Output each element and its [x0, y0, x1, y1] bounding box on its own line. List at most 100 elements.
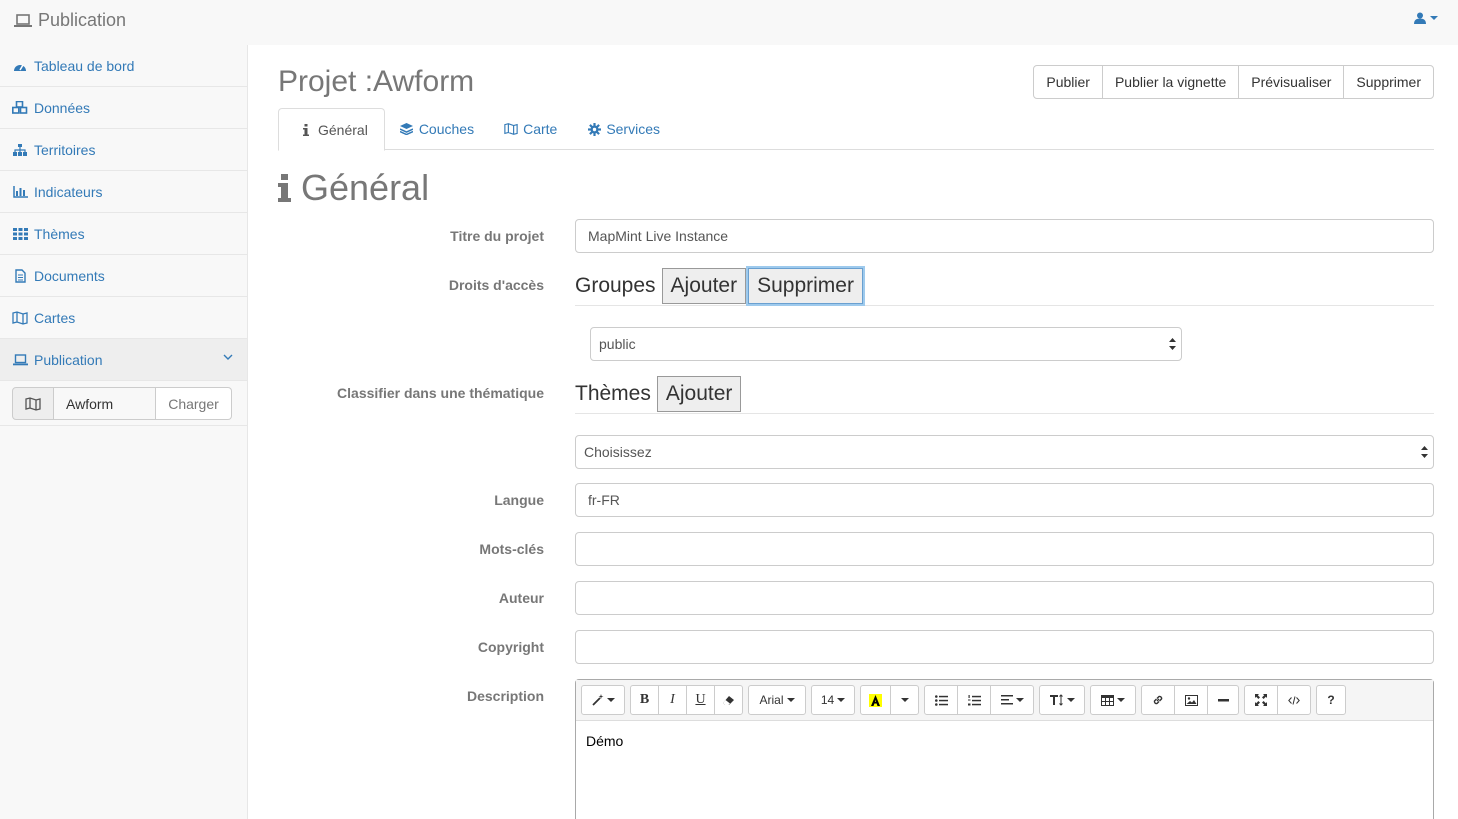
help-button[interactable]: ?	[1316, 685, 1346, 715]
gear-icon	[587, 122, 601, 136]
brand-label: Publication	[38, 10, 127, 30]
ordered-list-button[interactable]	[957, 685, 991, 715]
tab-carte[interactable]: Carte	[489, 108, 572, 150]
caret-icon	[606, 698, 615, 702]
underline-icon: U	[695, 692, 706, 707]
sidebar-item-tableau-de-bord[interactable]: Tableau de bord	[0, 45, 247, 87]
laptop-icon	[14, 13, 32, 27]
themes-add-button[interactable]: Ajouter	[656, 376, 742, 412]
sidebar-item-label: Tableau de bord	[34, 57, 135, 74]
horizontal-rule-button[interactable]	[1207, 685, 1239, 715]
project-loader-group: Awform Charger	[12, 387, 232, 420]
groupes-select[interactable]: public	[590, 327, 1182, 361]
tab-label: Couches	[418, 121, 475, 137]
select-arrows-icon	[1421, 446, 1428, 458]
sidebar: Tableau de bord Données Territoires Indi…	[0, 45, 248, 819]
fullscreen-button[interactable]	[1244, 685, 1278, 715]
text-height-icon	[1049, 694, 1063, 706]
mots-input[interactable]	[575, 532, 1434, 566]
delete-button[interactable]: Supprimer	[1343, 65, 1434, 99]
action-buttons: Publier Publier la vignette Prévisualise…	[1033, 65, 1434, 99]
sidebar-item-label: Thèmes	[34, 225, 85, 242]
langue-label: Langue	[494, 492, 544, 508]
caret-icon	[1066, 698, 1075, 702]
table-button[interactable]	[1090, 685, 1136, 715]
preview-button[interactable]: Prévisualiser	[1238, 65, 1345, 99]
style-button[interactable]	[581, 685, 625, 715]
link-button[interactable]	[1141, 685, 1175, 715]
sidebar-item-label: Indicateurs	[34, 183, 103, 200]
paragraph-button[interactable]	[990, 685, 1034, 715]
copyright-input[interactable]	[575, 630, 1434, 664]
sidebar-item-indicateurs[interactable]: Indicateurs	[0, 171, 247, 213]
tab-services[interactable]: Services	[572, 108, 675, 150]
image-button[interactable]	[1174, 685, 1208, 715]
editor-toolbar: B I U Arial 14 ?	[576, 680, 1433, 721]
editor-content[interactable]: Démo	[576, 721, 1433, 761]
bold-icon: B	[639, 692, 650, 707]
themes-select[interactable]: Choisissez	[575, 435, 1434, 469]
color-button[interactable]	[860, 685, 891, 715]
list-ol-icon	[967, 694, 981, 705]
code-view-button[interactable]	[1277, 685, 1311, 715]
publish-thumbnail-button[interactable]: Publier la vignette	[1101, 65, 1240, 99]
sidebar-item-cartes[interactable]: Cartes	[0, 297, 247, 339]
table-icon	[1101, 694, 1114, 706]
themes-text: Thèmes	[575, 382, 651, 405]
fullscreen-icon	[1255, 694, 1267, 706]
copyright-label: Copyright	[477, 639, 544, 655]
sidebar-item-label: Cartes	[34, 309, 76, 326]
laptop-icon	[12, 353, 28, 367]
text-color-icon	[869, 693, 882, 707]
sidebar-item-themes[interactable]: Thèmes	[0, 213, 247, 255]
description-editor: B I U Arial 14 ? Démo	[575, 679, 1434, 819]
section-title-text: Général	[301, 167, 430, 208]
tab-couches[interactable]: Couches	[385, 108, 489, 150]
bold-button[interactable]: B	[630, 685, 659, 715]
sidebar-item-publication[interactable]: Publication	[0, 339, 247, 381]
chevron-down-icon	[1430, 16, 1438, 20]
load-button[interactable]: Charger	[156, 387, 232, 420]
sidebar-item-label: Données	[34, 99, 91, 116]
groupes-remove-button[interactable]: Supprimer	[748, 268, 863, 304]
info-icon	[299, 123, 313, 137]
sidebar-item-territoires[interactable]: Territoires	[0, 129, 247, 171]
tab-label: Général	[318, 121, 368, 138]
font-family-value: Arial	[759, 693, 784, 707]
sidebar-item-label: Territoires	[34, 141, 96, 158]
sidebar-item-donnees[interactable]: Données	[0, 87, 247, 129]
font-family-button[interactable]: Arial	[748, 685, 806, 715]
auteur-input[interactable]	[575, 581, 1434, 615]
tab-label: Carte	[523, 121, 558, 137]
sidebar-item-documents[interactable]: Documents	[0, 255, 247, 297]
classifier-label: Classifier dans une thématique	[337, 385, 544, 401]
color-dropdown-button[interactable]	[890, 685, 919, 715]
line-height-button[interactable]	[1039, 685, 1085, 715]
unordered-list-button[interactable]	[924, 685, 958, 715]
publish-button[interactable]: Publier	[1033, 65, 1103, 99]
italic-button[interactable]: I	[658, 685, 687, 715]
mots-label: Mots-clés	[479, 541, 544, 557]
langue-input[interactable]: fr-FR	[575, 483, 1434, 517]
map-icon	[504, 122, 518, 136]
tabs: Général Couches Carte Services	[278, 108, 1434, 151]
image-icon	[1184, 694, 1198, 706]
groupes-row: Groupes Ajouter Supprimer	[575, 267, 1434, 306]
minus-icon	[1217, 698, 1229, 701]
dashboard-icon	[12, 59, 28, 73]
groupes-add-button[interactable]: Ajouter	[661, 268, 747, 304]
user-menu[interactable]	[1414, 12, 1438, 24]
brand[interactable]: Publication	[14, 10, 126, 31]
eraser-button[interactable]	[714, 685, 743, 715]
auteur-label: Auteur	[498, 590, 544, 606]
font-size-button[interactable]: 14	[811, 685, 855, 715]
navbar: Publication	[0, 0, 1458, 45]
help-icon: ?	[1327, 693, 1335, 707]
sidebar-item-label: Documents	[34, 267, 105, 284]
titre-input[interactable]: MapMint Live Instance	[575, 219, 1434, 253]
underline-button[interactable]: U	[686, 685, 715, 715]
project-name-input[interactable]: Awform	[54, 387, 156, 420]
tab-general[interactable]: Général	[278, 108, 385, 151]
project-loader: Awform Charger	[0, 381, 247, 426]
caret-icon	[900, 698, 909, 702]
